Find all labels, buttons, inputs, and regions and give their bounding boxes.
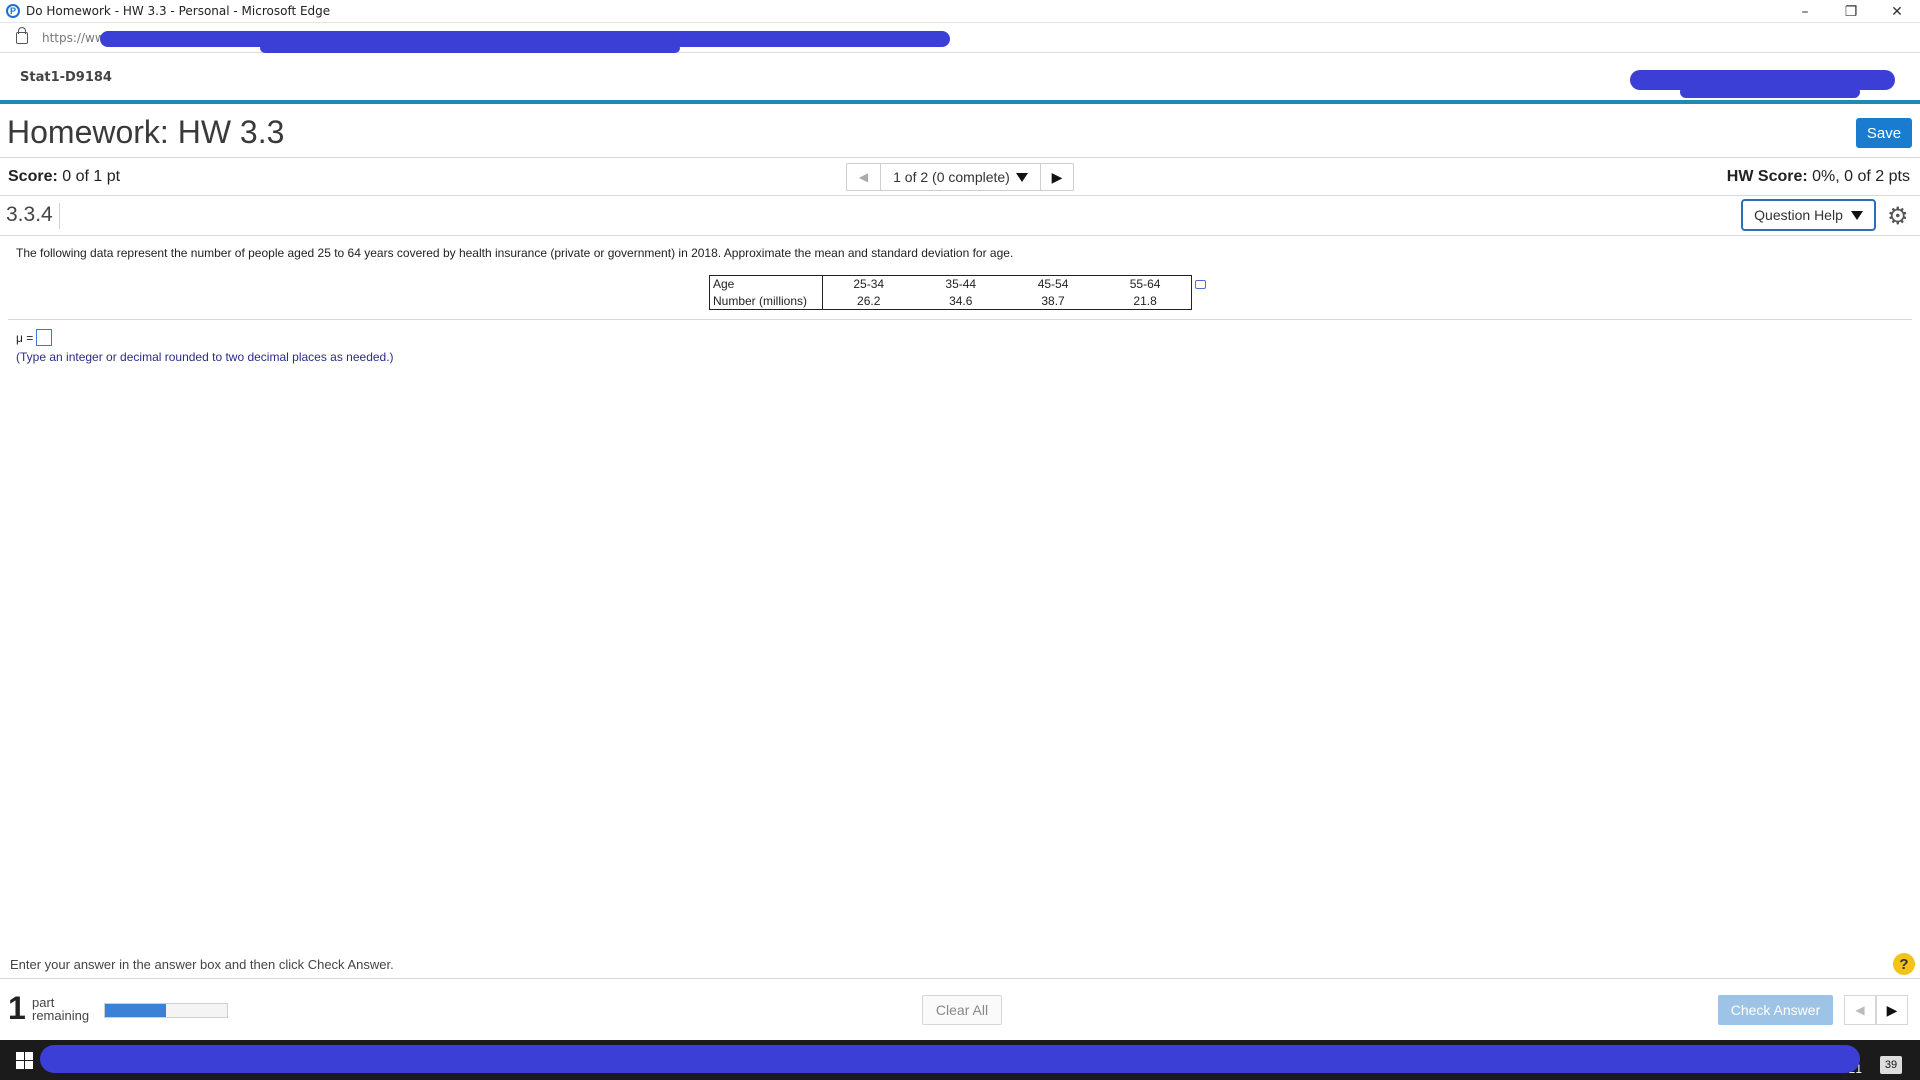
notification-badge[interactable]: 39 — [1880, 1056, 1902, 1074]
divider — [0, 978, 1920, 979]
page-title: Homework: HW 3.3 — [7, 114, 285, 150]
close-button[interactable]: ✕ — [1874, 0, 1920, 23]
question-text: The following data represent the number … — [16, 246, 1014, 260]
table-row-header: Age — [709, 275, 823, 293]
table-cell: 25-34 — [853, 277, 885, 292]
redaction-mark — [40, 1045, 1860, 1073]
previous-button[interactable]: ◀ — [1844, 995, 1876, 1025]
table-cell: 26.2 — [857, 293, 881, 308]
table-row: Number (millions) 26.2 34.6 38.7 21.8 — [709, 292, 1192, 310]
windows-start-icon[interactable] — [16, 1052, 33, 1069]
question-selector-label: 1 of 2 (0 complete) — [893, 169, 1010, 185]
homework-header: Homework: HW 3.3 Save — [0, 108, 1920, 158]
window-title: Do Homework - HW 3.3 - Personal - Micros… — [26, 4, 331, 18]
minimize-button[interactable]: – — [1782, 0, 1828, 23]
question-id-row: 3.3.4 Question Help ⚙ — [0, 196, 1920, 236]
data-table: Age 25-34 35-44 45-54 55-64 Number (mill… — [709, 275, 1192, 310]
parts-remaining-count: 1 — [8, 990, 26, 1026]
question-pager: ◀ 1 of 2 (0 complete) ▶ — [846, 163, 1074, 191]
answer-input[interactable] — [36, 329, 53, 346]
question-number: 3.3.4 — [6, 203, 60, 229]
hw-score-label: HW Score: — [1726, 168, 1808, 185]
score: Score: 0 of 1 pt — [8, 168, 120, 186]
mu-label: μ = — [16, 330, 34, 345]
help-icon[interactable]: ? — [1893, 953, 1915, 975]
question-selector[interactable]: 1 of 2 (0 complete) — [881, 164, 1041, 190]
browser-title-bar: P Do Homework - HW 3.3 - Personal - Micr… — [0, 0, 1920, 23]
app-logo-icon: P — [6, 4, 20, 18]
parts-remaining-text: part remaining — [32, 996, 89, 1022]
course-id: Stat1-D9184 — [20, 69, 112, 85]
redaction-mark — [1680, 86, 1860, 98]
lock-icon — [16, 26, 28, 44]
table-row: Age 25-34 35-44 45-54 55-64 — [709, 275, 1192, 293]
progress-bar — [104, 1003, 228, 1018]
table-cell: 45-54 — [1037, 277, 1069, 292]
table-cell: 35-44 — [945, 277, 977, 292]
gear-icon[interactable]: ⚙ — [1887, 202, 1909, 231]
restore-button[interactable]: ❐ — [1828, 0, 1874, 23]
table-cell: 55-64 — [1129, 277, 1161, 292]
score-row: Score: 0 of 1 pt ◀ 1 of 2 (0 complete) ▶… — [0, 158, 1920, 196]
answer-line: μ = — [16, 329, 53, 346]
instructions-text: Enter your answer in the answer box and … — [10, 957, 394, 972]
table-cell: 38.7 — [1041, 293, 1065, 308]
score-label: Score: — [8, 168, 58, 185]
dropdown-icon — [1015, 172, 1028, 182]
previous-question-button[interactable]: ◀ — [847, 164, 881, 190]
redaction-mark — [260, 43, 680, 53]
clear-all-button[interactable]: Clear All — [922, 995, 1002, 1025]
remaining-word: remaining — [32, 1008, 90, 1023]
question-help-button[interactable]: Question Help — [1741, 199, 1876, 231]
score-value: 0 of 1 pt — [62, 168, 121, 185]
progress-fill — [105, 1004, 166, 1017]
table-cell: 34.6 — [949, 293, 973, 308]
answer-hint: (Type an integer or decimal rounded to t… — [16, 350, 394, 364]
dropdown-icon — [1850, 210, 1863, 220]
next-question-button[interactable]: ▶ — [1041, 164, 1073, 190]
question-help-label: Question Help — [1754, 207, 1843, 223]
expand-table-icon[interactable] — [1195, 280, 1206, 289]
table-row-header: Number (millions) — [709, 292, 823, 310]
save-button[interactable]: Save — [1856, 118, 1912, 148]
window-controls: – ❐ ✕ — [1782, 0, 1920, 23]
hw-score-value: 0%, 0 of 2 pts — [1812, 168, 1910, 185]
check-answer-button[interactable]: Check Answer — [1718, 995, 1833, 1025]
hw-score: HW Score: 0%, 0 of 2 pts — [1727, 168, 1910, 186]
next-button[interactable]: ▶ — [1876, 995, 1908, 1025]
divider — [8, 319, 1912, 320]
table-cell: 21.8 — [1133, 293, 1157, 308]
